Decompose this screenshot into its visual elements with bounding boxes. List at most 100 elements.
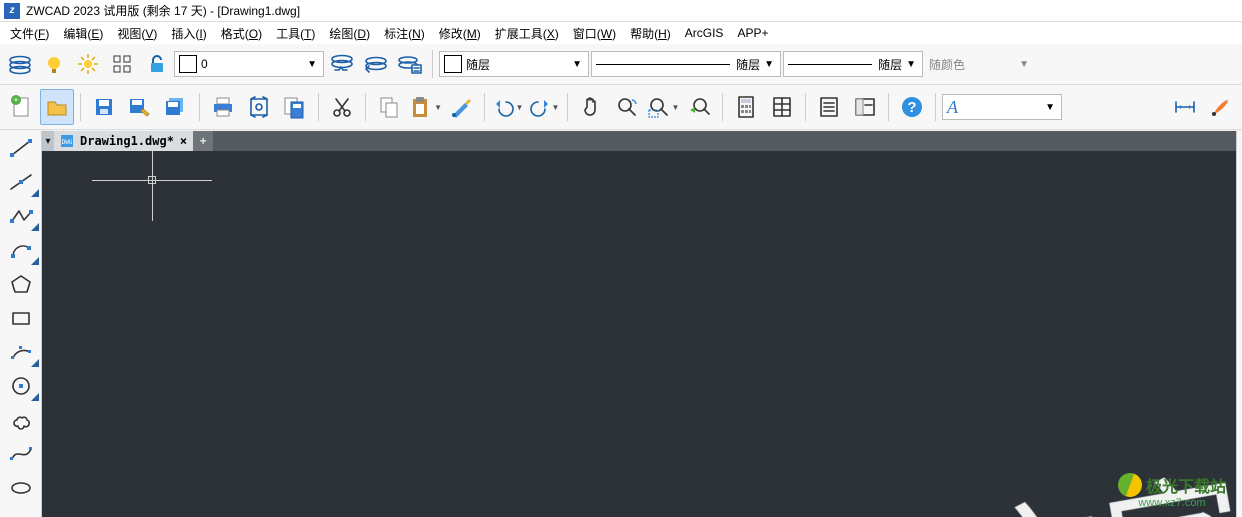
separator <box>484 93 485 121</box>
right-edge-bar <box>1236 131 1242 517</box>
separator <box>805 93 806 121</box>
draw-toolbar <box>0 131 42 517</box>
construction-line-tool[interactable] <box>0 165 41 199</box>
brush-button[interactable] <box>1204 89 1238 125</box>
layer-dropdown-text: 0 <box>201 57 208 71</box>
undo-button[interactable]: ▼ <box>491 89 525 125</box>
menu-修改[interactable]: 修改(M) <box>433 23 487 44</box>
document-tab-strip: ▾ DWG Drawing1.dwg* × + <box>42 131 1236 151</box>
sun-freeze-icon[interactable] <box>72 47 104 81</box>
menu-帮助[interactable]: 帮助(H) <box>624 23 677 44</box>
lineweight-dropdown[interactable]: 随层 ▼ <box>783 51 923 77</box>
menu-格式[interactable]: 格式(O) <box>215 23 268 44</box>
spline-tool[interactable] <box>0 437 41 471</box>
toolbar-row2: + ▼ ▼ ▼ <box>0 85 1242 130</box>
revision-cloud-tool[interactable] <box>0 403 41 437</box>
menu-窗口[interactable]: 窗口(W) <box>567 23 622 44</box>
saveall-button[interactable] <box>159 89 193 125</box>
layer-states-button[interactable] <box>326 47 358 81</box>
toolbar-row1: 0 ▼ 随层 ▼ 随层 ▼ 随层 ▼ 随颜色 ▼ <box>0 44 1242 85</box>
svg-text:DWG: DWG <box>62 139 73 146</box>
zoom-window-button[interactable]: ▼ <box>646 89 680 125</box>
textstyle-dropdown[interactable]: A ▼ <box>942 94 1062 120</box>
layer-properties-button[interactable] <box>394 47 426 81</box>
saveas-button[interactable] <box>123 89 157 125</box>
menu-编辑[interactable]: 编辑(E) <box>57 23 109 44</box>
separator <box>432 50 433 78</box>
linetype-dropdown[interactable]: 随层 ▼ <box>591 51 781 77</box>
tab-list-handle[interactable]: ▾ <box>42 131 54 151</box>
menu-扩展工具[interactable]: 扩展工具(X) <box>489 23 565 44</box>
separator <box>888 93 889 121</box>
menu-视图[interactable]: 视图(V) <box>111 23 163 44</box>
linetype-text: 随层 <box>736 56 760 73</box>
svg-text:?: ? <box>907 99 916 116</box>
menu-工具[interactable]: 工具(T) <box>270 23 321 44</box>
match-props-button[interactable] <box>444 89 478 125</box>
chevron-down-icon: ▼ <box>303 59 321 70</box>
copy-button[interactable] <box>372 89 406 125</box>
bycolor-text: 随颜色 <box>929 56 965 73</box>
document-tab[interactable]: DWG Drawing1.dwg* × <box>54 131 193 151</box>
chevron-down-icon: ▼ <box>1015 59 1033 70</box>
layer-color-swatch <box>179 55 197 73</box>
arc3p-tool[interactable] <box>0 335 41 369</box>
publish-button[interactable] <box>278 89 312 125</box>
line-tool[interactable] <box>0 131 41 165</box>
zoom-realtime-button[interactable] <box>610 89 644 125</box>
layer-previous-button[interactable] <box>360 47 392 81</box>
arc-tool[interactable] <box>0 233 41 267</box>
menu-文件[interactable]: 文件(F) <box>4 23 55 44</box>
workspace: ▾ DWG Drawing1.dwg* × + 输入文字 极光下载站 www.x… <box>0 131 1242 517</box>
circle-tool[interactable] <box>0 369 41 403</box>
menu-绘图[interactable]: 绘图(D) <box>323 23 376 44</box>
color-dropdown[interactable]: 随层 ▼ <box>439 51 589 77</box>
menu-bar: 文件(F)编辑(E)视图(V)插入(I)格式(O)工具(T)绘图(D)标注(N)… <box>0 22 1242 44</box>
print-button[interactable] <box>206 89 240 125</box>
cut-button[interactable] <box>325 89 359 125</box>
menu-APP+[interactable]: APP+ <box>731 24 774 42</box>
separator <box>80 93 81 121</box>
open-button[interactable] <box>40 89 74 125</box>
layer-manager-button[interactable] <box>4 47 36 81</box>
pan-button[interactable] <box>574 89 608 125</box>
dwg-icon: DWG <box>60 134 74 148</box>
save-button[interactable] <box>87 89 121 125</box>
svg-text:+: + <box>13 95 18 105</box>
grid-icon[interactable] <box>106 47 138 81</box>
text-icon: A <box>947 97 958 118</box>
chevron-down-icon: ▼ <box>760 59 778 70</box>
menu-插入[interactable]: 插入(I) <box>165 23 212 44</box>
menu-标注[interactable]: 标注(N) <box>378 23 431 44</box>
dimension-button[interactable] <box>1168 89 1202 125</box>
zoom-previous-button[interactable] <box>682 89 716 125</box>
polygon-tool[interactable] <box>0 267 41 301</box>
help-button[interactable]: ? <box>895 89 929 125</box>
new-tab-button[interactable]: + <box>193 131 213 151</box>
lock-icon[interactable] <box>140 47 172 81</box>
separator <box>318 93 319 121</box>
title-bar: z ZWCAD 2023 试用版 (剩余 17 天) - [Drawing1.d… <box>0 0 1242 22</box>
properties-button[interactable] <box>812 89 846 125</box>
new-button[interactable]: + <box>4 89 38 125</box>
rectangle-tool[interactable] <box>0 301 41 335</box>
lightbulb-icon[interactable] <box>38 47 70 81</box>
bycolor-dropdown[interactable]: 随颜色 ▼ <box>925 51 1035 77</box>
lineweight-preview <box>788 64 872 65</box>
paste-button[interactable]: ▼ <box>408 89 442 125</box>
canvas-text-placeholder: 输入文字 <box>669 423 1236 517</box>
polyline-tool[interactable] <box>0 199 41 233</box>
calculator-button[interactable] <box>729 89 763 125</box>
close-tab-button[interactable]: × <box>180 134 187 148</box>
layer-dropdown[interactable]: 0 ▼ <box>174 51 324 77</box>
line-preview <box>596 64 730 65</box>
document-tab-label: Drawing1.dwg* <box>80 134 174 148</box>
lineweight-text: 随层 <box>878 56 902 73</box>
ellipse-tool[interactable] <box>0 471 41 505</box>
drawing-canvas[interactable]: ▾ DWG Drawing1.dwg* × + 输入文字 极光下载站 www.x… <box>42 131 1236 517</box>
table-button[interactable] <box>765 89 799 125</box>
print-preview-button[interactable] <box>242 89 276 125</box>
redo-button[interactable]: ▼ <box>527 89 561 125</box>
menu-ArcGIS[interactable]: ArcGIS <box>679 24 730 42</box>
design-center-button[interactable] <box>848 89 882 125</box>
